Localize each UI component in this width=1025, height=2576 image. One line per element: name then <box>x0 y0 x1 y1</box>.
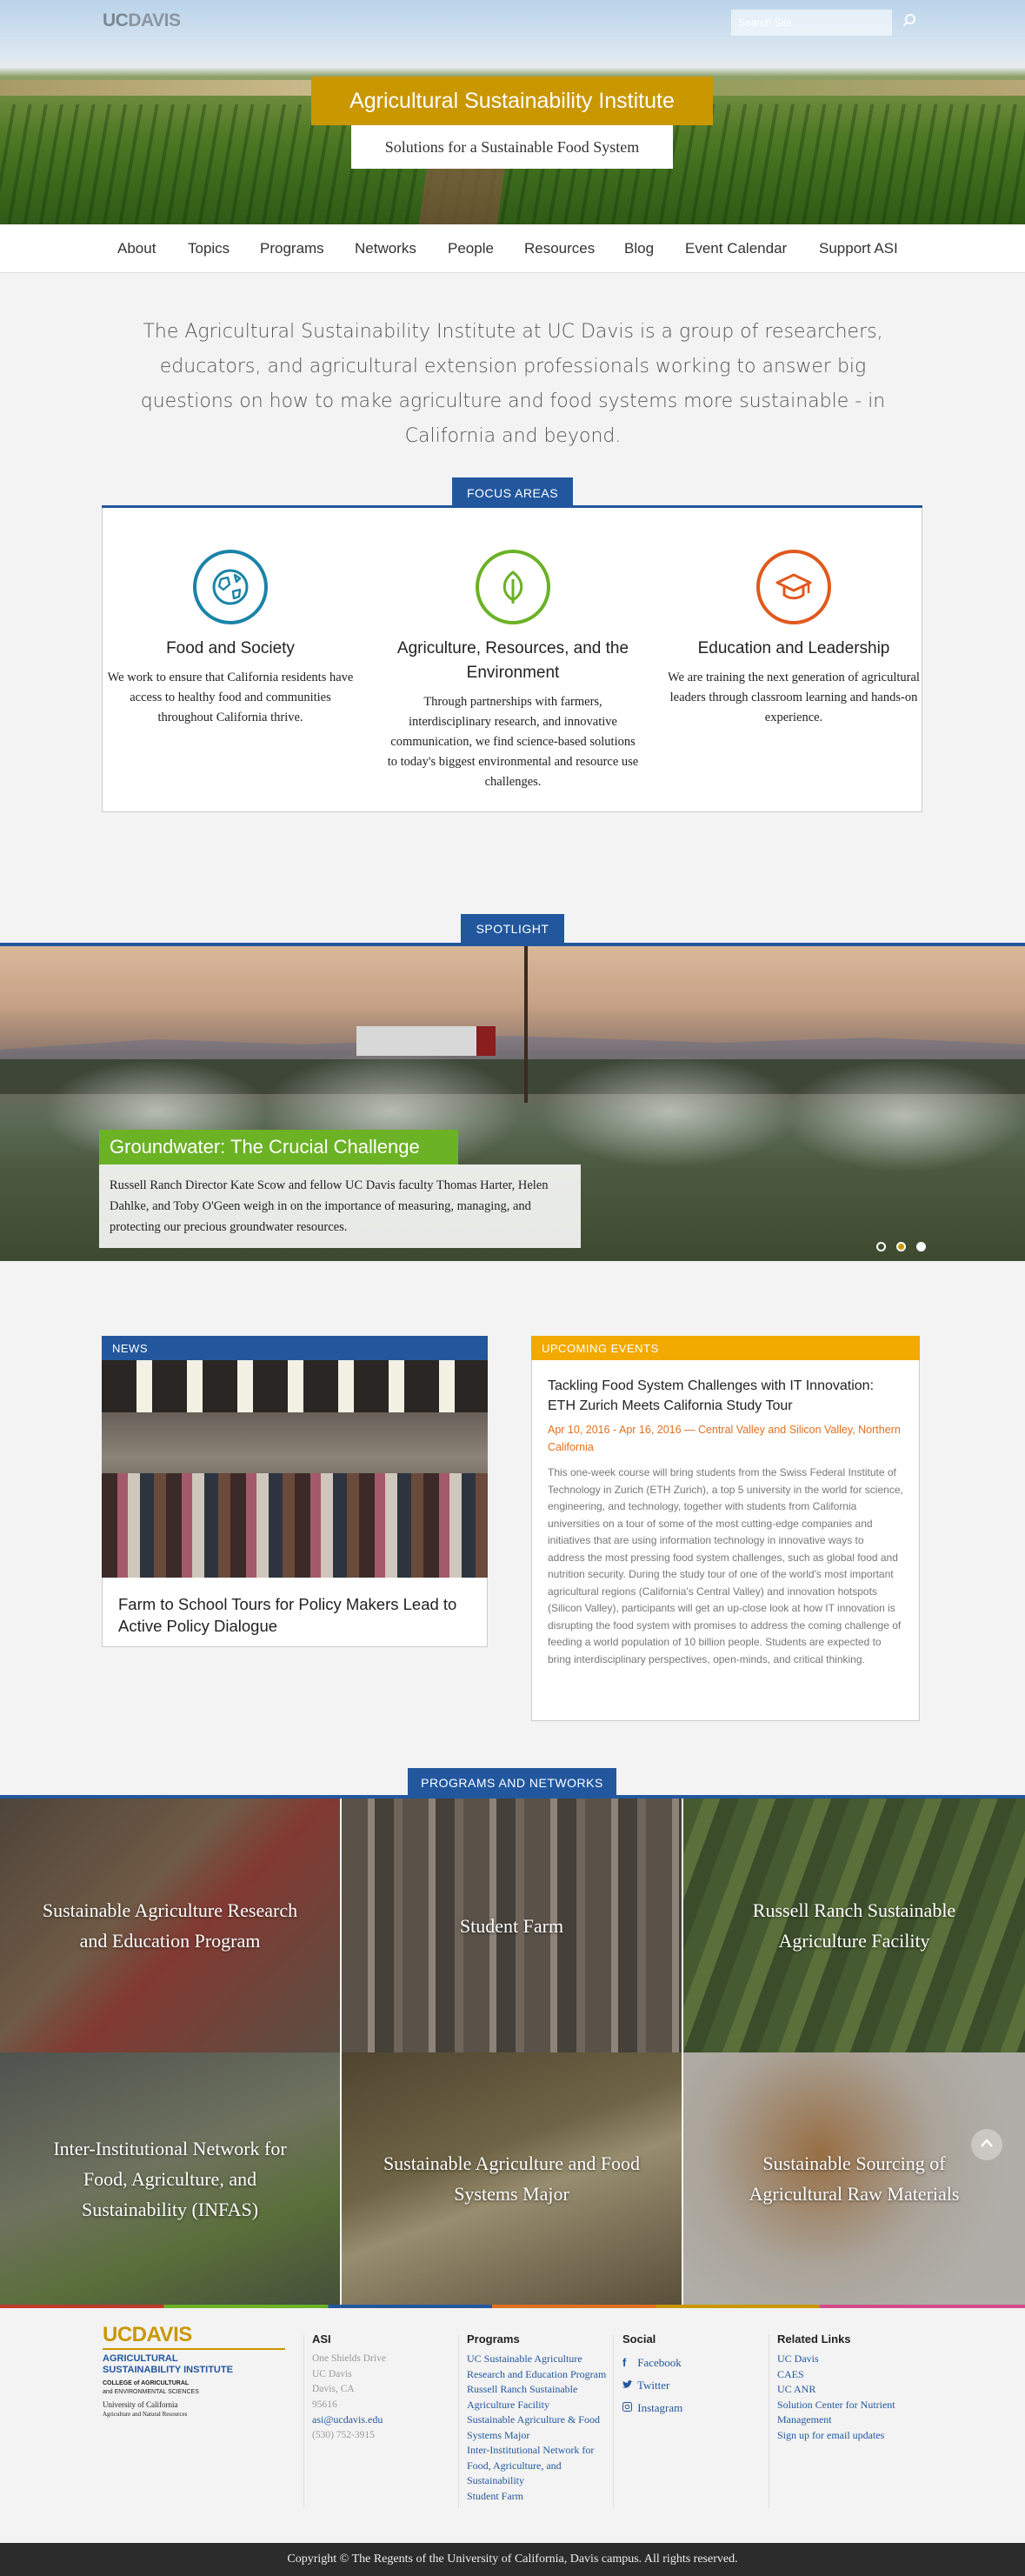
slide-dot-3[interactable] <box>916 1242 926 1251</box>
footer-asi-logo[interactable]: UCDAVIS AGRICULTURAL SUSTAINABILITY INST… <box>103 2324 285 2419</box>
news-title[interactable]: Farm to School Tours for Policy Makers L… <box>102 1578 488 1647</box>
event-description: This one-week course will bring students… <box>548 1466 903 1665</box>
nav-blog[interactable]: Blog <box>624 240 654 257</box>
spotlight-tab: SPOTLIGHT <box>461 914 564 944</box>
program-tile-sare[interactable]: Sustainable Agriculture Research and Edu… <box>0 1799 340 2052</box>
program-tile-infas[interactable]: Inter-Institutional Network for Food, Ag… <box>0 2052 340 2305</box>
footer-program-link[interactable]: Inter-Institutional Network for Food, Ag… <box>467 2443 615 2489</box>
footer-program-link[interactable]: Sustainable Agriculture & Food Systems M… <box>467 2412 615 2443</box>
nav-networks[interactable]: Networks <box>355 240 416 257</box>
focus-title: Food and Society <box>166 639 295 657</box>
nav-topics[interactable]: Topics <box>188 240 230 257</box>
ucdavis-logo[interactable]: UCDAVIS <box>103 10 181 31</box>
programs-networks-tab: PROGRAMS AND NETWORKS <box>408 1768 616 1797</box>
twitter-icon <box>622 2374 635 2397</box>
events-label: UPCOMING EVENTS <box>531 1336 920 1360</box>
nav-support-asi[interactable]: Support ASI <box>819 240 898 257</box>
globe-icon <box>193 550 268 624</box>
footer-program-link[interactable]: Russell Ranch Sustainable Agriculture Fa… <box>467 2382 615 2412</box>
program-tile-russell-ranch[interactable]: Russell Ranch Sustainable Agriculture Fa… <box>683 1799 1025 2052</box>
focus-title: Agriculture, Resources, and the Environm… <box>396 639 629 682</box>
news-image[interactable] <box>102 1360 488 1578</box>
footer-social-title: Social <box>622 2332 656 2346</box>
footer-related-title: Related Links <box>777 2332 851 2346</box>
focus-text: Through partnerships with farmers, inter… <box>387 695 639 789</box>
search-input[interactable] <box>731 10 892 36</box>
footer-related-list: UC Davis CAES UC ANR Solution Center for… <box>777 2352 916 2443</box>
nav-about[interactable]: About <box>117 240 156 257</box>
event-title[interactable]: Tackling Food System Challenges with IT … <box>548 1376 903 1416</box>
footer-phone: (530) 752-3915 <box>312 2430 375 2440</box>
focus-text: We work to ensure that California reside… <box>107 671 354 724</box>
footer-related-link[interactable]: Solution Center for Nutrient Management <box>777 2398 916 2428</box>
nav-people[interactable]: People <box>448 240 494 257</box>
footer-related-link[interactable]: CAES <box>777 2367 916 2383</box>
instagram-icon <box>622 2397 635 2419</box>
footer-program-link[interactable]: Student Farm <box>467 2489 615 2505</box>
footer-address: One Shields Drive UC Davis Davis, CA 95616 <box>312 2353 386 2410</box>
event-card: Tackling Food System Challenges with IT … <box>531 1360 920 1721</box>
footer-social-list: f Facebook Twitter Instagram <box>622 2352 682 2419</box>
focus-item-agriculture: Agriculture, Resources, and the Environm… <box>387 550 639 792</box>
focus-areas-panel: Food and Society We work to ensure that … <box>102 508 922 812</box>
focus-areas-tab: FOCUS AREAS <box>452 477 573 509</box>
footer-twitter-link[interactable]: Twitter <box>622 2374 682 2397</box>
slide-dot-1[interactable] <box>876 1242 886 1251</box>
search-icon[interactable] <box>902 13 918 29</box>
program-tile-student-farm[interactable]: Student Farm <box>342 1799 682 2052</box>
focus-item-education: Education and Leadership We are training… <box>668 550 920 728</box>
nav-event-calendar[interactable]: Event Calendar <box>685 240 787 257</box>
site-title: Agricultural Sustainability Institute <box>311 77 713 125</box>
leaf-icon <box>476 550 550 624</box>
spotlight-title[interactable]: Groundwater: The Crucial Challenge <box>99 1130 458 1165</box>
footer-divider <box>303 2334 304 2508</box>
footer-programs-title: Programs <box>467 2332 520 2346</box>
focus-text: We are training the next generation of a… <box>668 671 920 724</box>
footer-related-link[interactable]: Sign up for email updates <box>777 2428 916 2444</box>
footer-programs-list: UC Sustainable Agriculture Research and … <box>467 2352 615 2504</box>
site-subtitle: Solutions for a Sustainable Food System <box>351 125 673 169</box>
footer-email-link[interactable]: asi@ucdavis.edu <box>312 2412 383 2428</box>
graduation-cap-icon <box>756 550 831 624</box>
footer-facebook-link[interactable]: f Facebook <box>622 2352 682 2374</box>
footer-divider <box>458 2334 459 2508</box>
footer-related-link[interactable]: UC Davis <box>777 2352 916 2367</box>
news-label: NEWS <box>102 1336 488 1360</box>
spotlight-text: Russell Ranch Director Kate Scow and fel… <box>99 1165 581 1248</box>
footer: UCDAVIS AGRICULTURAL SUSTAINABILITY INST… <box>0 2308 1025 2543</box>
event-date: Apr 10, 2016 - Apr 16, 2016 — Central Va… <box>548 1424 901 1453</box>
focus-title: Education and Leadership <box>697 639 890 657</box>
nav-resources[interactable]: Resources <box>524 240 595 257</box>
facebook-icon: f <box>622 2356 627 2369</box>
nav-programs[interactable]: Programs <box>260 240 324 257</box>
copyright-bar: Copyright © The Regents of the Universit… <box>0 2543 1025 2576</box>
footer-program-link[interactable]: UC Sustainable Agriculture Research and … <box>467 2352 615 2382</box>
intro-text: The Agricultural Sustainability Institut… <box>140 321 886 447</box>
footer-divider <box>613 2334 614 2508</box>
footer-asi-title: ASI <box>312 2332 331 2346</box>
footer-related-link[interactable]: UC ANR <box>777 2382 916 2398</box>
footer-instagram-link[interactable]: Instagram <box>622 2397 682 2419</box>
program-tile-sourcing[interactable]: Sustainable Sourcing of Agricultural Raw… <box>683 2052 1025 2305</box>
focus-item-food-society: Food and Society We work to ensure that … <box>104 550 356 728</box>
program-tile-safs-major[interactable]: Sustainable Agriculture and Food Systems… <box>342 2052 682 2305</box>
slide-dot-2-active[interactable] <box>896 1242 906 1251</box>
main-nav: About Topics Programs Networks People Re… <box>0 224 1025 273</box>
